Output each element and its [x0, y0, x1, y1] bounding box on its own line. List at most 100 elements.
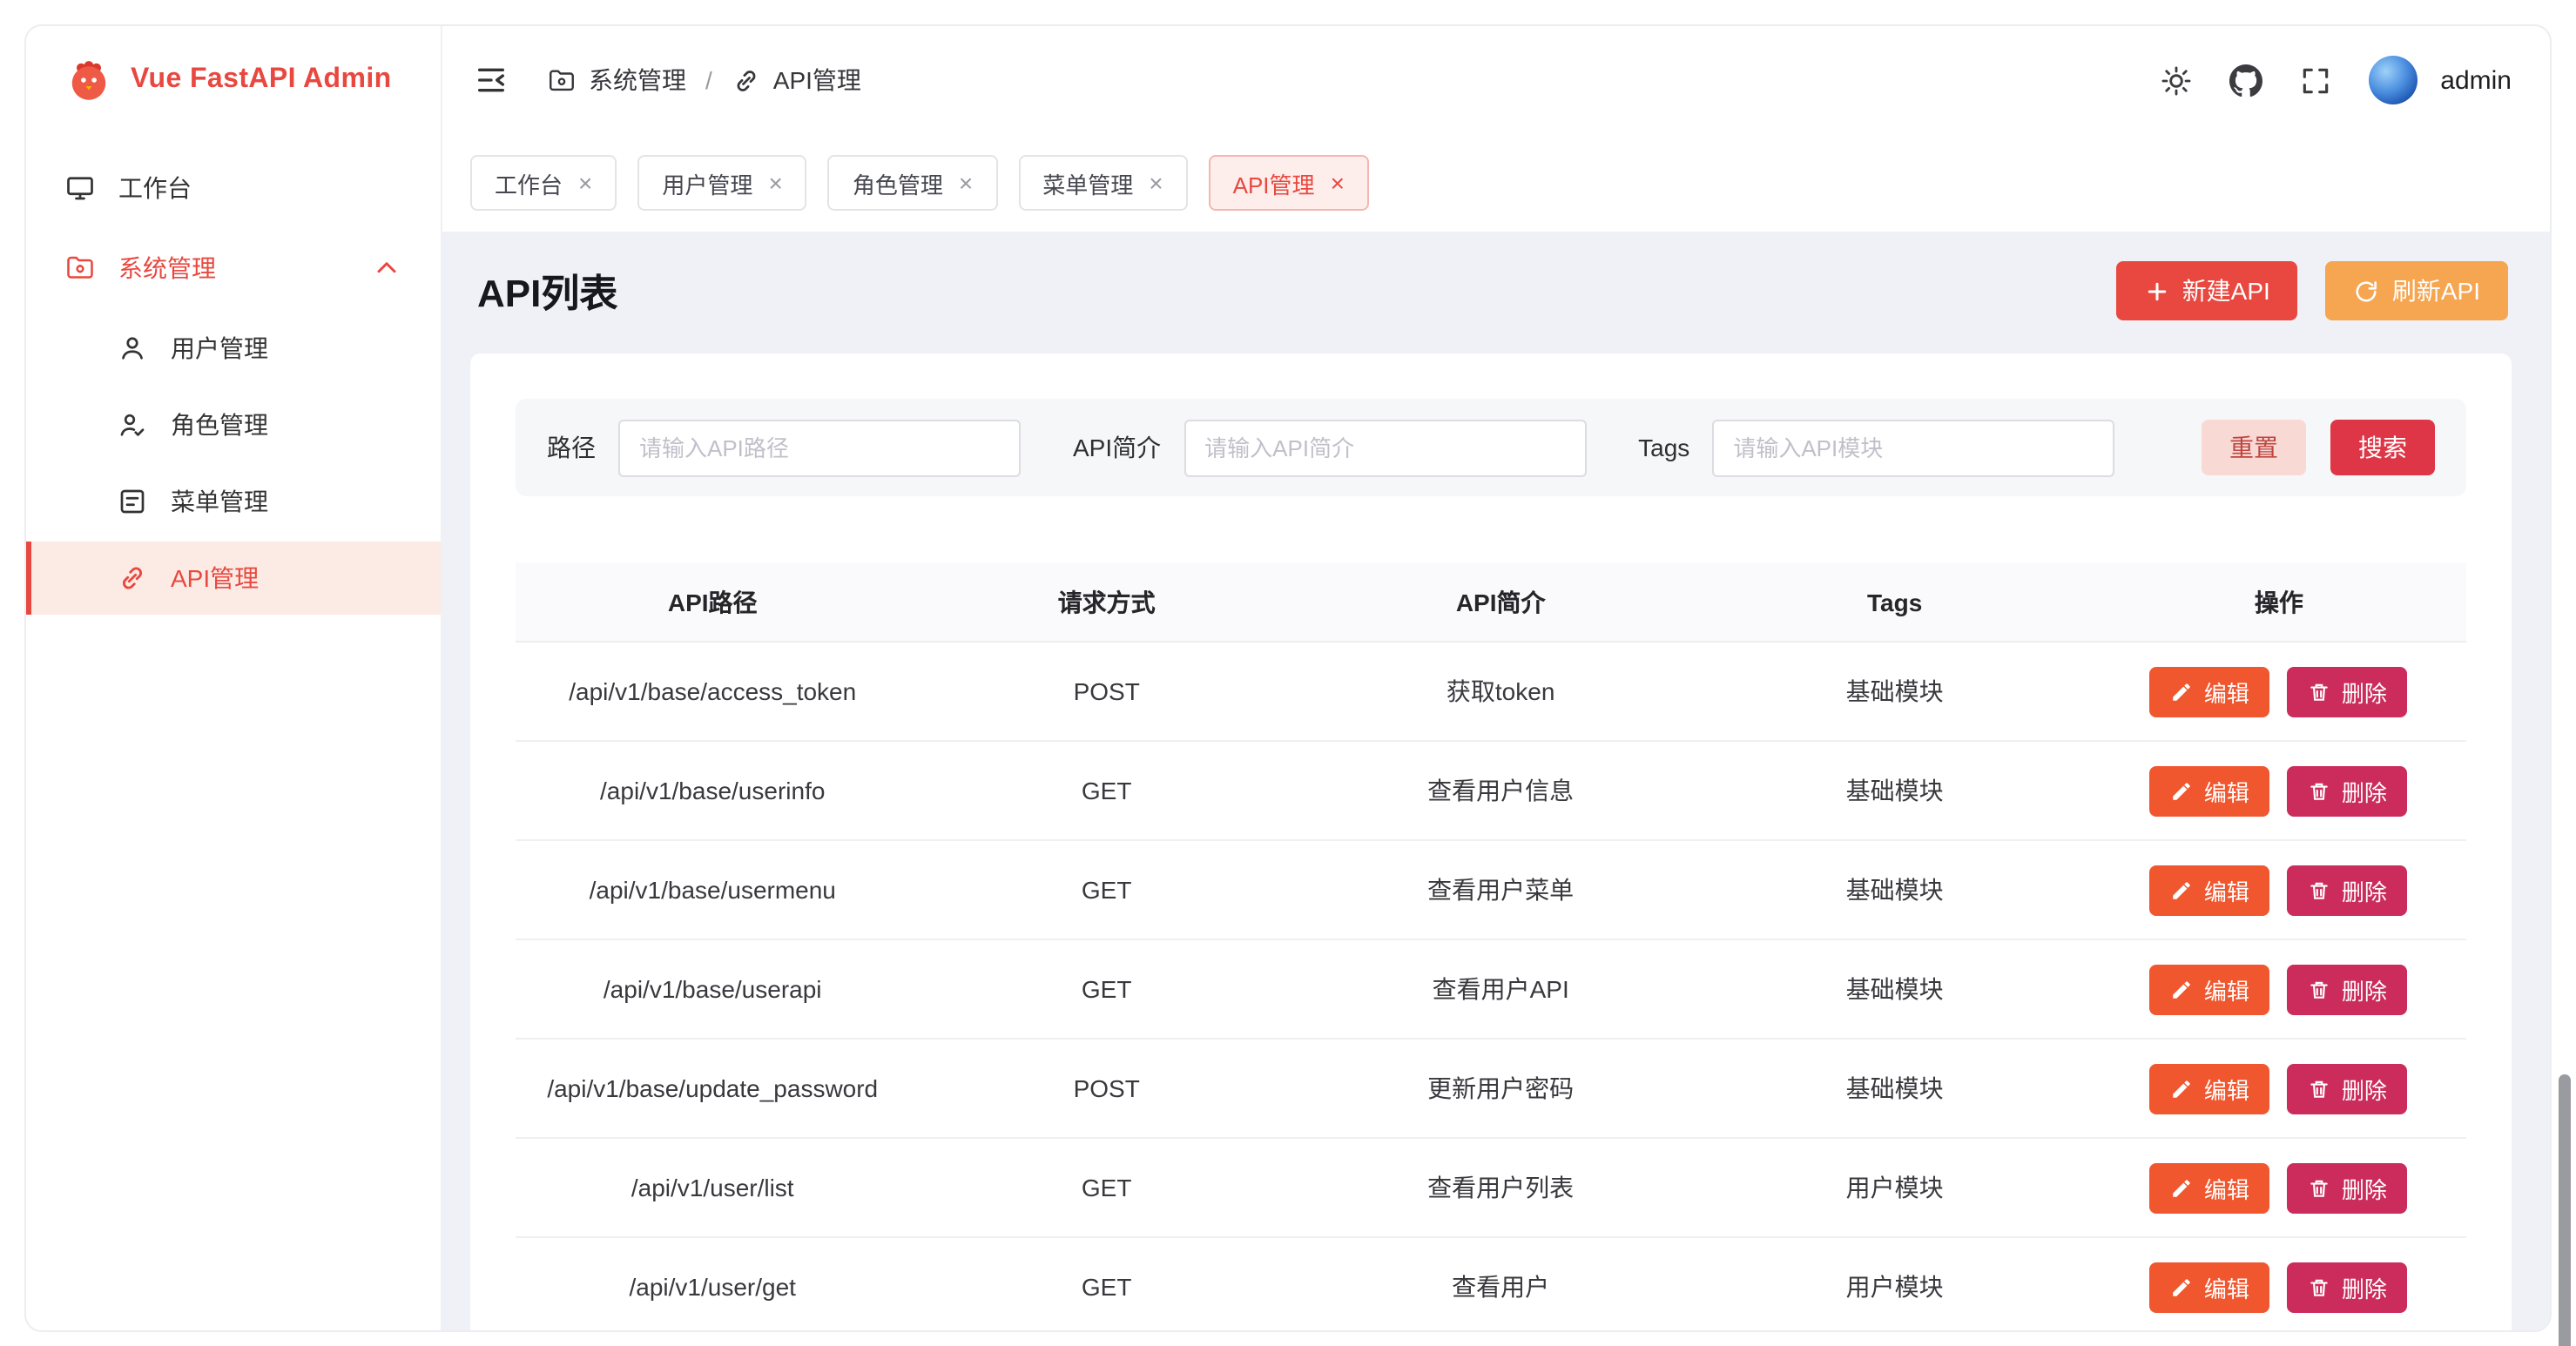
table-row: /api/v1/base/update_password POST 更新用户密码…	[516, 1040, 2466, 1139]
sidebar-collapse-icon[interactable]	[474, 63, 509, 98]
cell-actions: 编辑 删除	[2092, 1262, 2466, 1312]
delete-button[interactable]: 删除	[2288, 1262, 2408, 1312]
edit-label: 编辑	[2204, 675, 2249, 708]
search-button[interactable]: 搜索	[2330, 420, 2435, 475]
pencil-icon	[2171, 1176, 2194, 1199]
tab-close-icon[interactable]: ×	[1149, 171, 1163, 195]
page-title: API列表	[477, 263, 617, 319]
delete-button[interactable]: 删除	[2288, 964, 2408, 1014]
tab-label: 工作台	[495, 166, 563, 199]
cell-method: GET	[909, 876, 1303, 904]
edit-button[interactable]: 编辑	[2150, 1063, 2270, 1114]
breadcrumb-api[interactable]: API管理	[732, 63, 861, 98]
cell-actions: 编辑 删除	[2092, 1063, 2466, 1114]
app-window: Vue FastAPI Admin 工作台 系统管理	[24, 24, 2552, 1332]
sidebar-item-system[interactable]: 系统管理	[44, 232, 423, 305]
edit-button[interactable]: 编辑	[2150, 1162, 2270, 1213]
table-body: /api/v1/base/access_token POST 获取token 基…	[516, 643, 2466, 1330]
edit-label: 编辑	[2204, 873, 2249, 906]
monitor-icon	[64, 172, 96, 204]
tab[interactable]: API管理 ×	[1209, 155, 1369, 211]
cell-method: GET	[909, 1174, 1303, 1201]
sidebar-item-roles[interactable]: 角色管理	[26, 388, 441, 461]
api-table: API路径 请求方式 API简介 Tags 操作	[516, 562, 2466, 1330]
fullscreen-icon[interactable]	[2299, 64, 2332, 97]
trash-icon	[2309, 1176, 2331, 1199]
delete-button[interactable]: 删除	[2288, 765, 2408, 816]
search-bar: 路径 API简介 Tags 重置 搜索	[516, 399, 2466, 496]
table-row: /api/v1/user/list GET 查看用户列表 用户模块 编辑	[516, 1139, 2466, 1238]
breadcrumb-separator: /	[705, 66, 712, 94]
tab-close-icon[interactable]: ×	[578, 171, 592, 195]
sidebar-item-api[interactable]: API管理	[26, 542, 441, 615]
tab[interactable]: 菜单管理 ×	[1018, 155, 1187, 211]
edit-button[interactable]: 编辑	[2150, 666, 2270, 717]
sidebar-item-users[interactable]: 用户管理	[26, 312, 441, 385]
path-label: 路径	[547, 430, 596, 465]
new-api-button[interactable]: 新建API	[2116, 261, 2298, 320]
vertical-scrollbar-thumb[interactable]	[2559, 1074, 2571, 1346]
new-api-label: 新建API	[2182, 273, 2270, 308]
pencil-icon	[2171, 1275, 2194, 1298]
table-header-cell: 操作	[2092, 584, 2466, 619]
search-group-path: 路径	[547, 419, 1021, 476]
tab[interactable]: 工作台 ×	[470, 155, 617, 211]
list-icon	[117, 486, 148, 517]
tab-label: 用户管理	[662, 166, 752, 199]
page-header: API列表 新建API 刷新API	[470, 252, 2512, 329]
table-row: /api/v1/base/access_token POST 获取token 基…	[516, 643, 2466, 742]
page-content: API列表 新建API 刷新API 路径	[442, 232, 2550, 1330]
cell-tags: 基础模块	[1697, 1071, 2091, 1106]
delete-button[interactable]: 删除	[2288, 1162, 2408, 1213]
edit-label: 编辑	[2204, 774, 2249, 807]
reset-button[interactable]: 重置	[2202, 420, 2306, 475]
cell-summary: 查看用户API	[1304, 972, 1697, 1006]
path-input[interactable]	[618, 419, 1021, 476]
delete-label: 删除	[2342, 1171, 2387, 1204]
app-logo[interactable]: Vue FastAPI Admin	[26, 26, 441, 134]
tags-input[interactable]	[1712, 419, 2114, 476]
username[interactable]: admin	[2440, 65, 2512, 95]
edit-button[interactable]: 编辑	[2150, 964, 2270, 1014]
tab-label: 角色管理	[853, 166, 943, 199]
delete-button[interactable]: 删除	[2288, 666, 2408, 717]
cell-summary: 查看用户信息	[1304, 773, 1697, 808]
edit-label: 编辑	[2204, 1270, 2249, 1303]
edit-button[interactable]: 编辑	[2150, 865, 2270, 915]
tab[interactable]: 用户管理 ×	[637, 155, 806, 211]
sidebar-menu: 工作台 系统管理	[26, 134, 441, 629]
delete-label: 删除	[2342, 774, 2387, 807]
summary-label: API简介	[1073, 430, 1161, 465]
topbar: 系统管理 / API管理	[442, 26, 2550, 134]
tab-close-icon[interactable]: ×	[1331, 171, 1345, 195]
refresh-api-button[interactable]: 刷新API	[2326, 261, 2508, 320]
cell-summary: 更新用户密码	[1304, 1071, 1697, 1106]
edit-button[interactable]: 编辑	[2150, 765, 2270, 816]
plus-icon	[2144, 278, 2170, 304]
cell-method: POST	[909, 1074, 1303, 1102]
delete-label: 删除	[2342, 873, 2387, 906]
theme-sun-icon[interactable]	[2160, 64, 2193, 97]
delete-button[interactable]: 删除	[2288, 865, 2408, 915]
topbar-actions: admin	[2160, 56, 2512, 104]
tab-close-icon[interactable]: ×	[959, 171, 973, 195]
edit-button[interactable]: 编辑	[2150, 1262, 2270, 1312]
summary-input[interactable]	[1183, 419, 1586, 476]
delete-label: 删除	[2342, 1072, 2387, 1105]
delete-button[interactable]: 删除	[2288, 1063, 2408, 1114]
tab[interactable]: 角色管理 ×	[828, 155, 997, 211]
table-header-cell: API路径	[516, 584, 909, 619]
sidebar: Vue FastAPI Admin 工作台 系统管理	[26, 26, 442, 1330]
sidebar-item-menus[interactable]: 菜单管理	[26, 465, 441, 538]
sidebar-item-workbench[interactable]: 工作台	[44, 151, 423, 225]
avatar[interactable]	[2369, 56, 2418, 104]
sidebar-item-label: 用户管理	[171, 331, 268, 366]
tab-close-icon[interactable]: ×	[768, 171, 782, 195]
github-icon[interactable]	[2229, 64, 2262, 97]
breadcrumb-system[interactable]: 系统管理	[547, 63, 686, 98]
cell-tags: 用户模块	[1697, 1269, 2091, 1304]
edit-label: 编辑	[2204, 972, 2249, 1006]
cell-tags: 用户模块	[1697, 1170, 2091, 1205]
link-icon	[117, 562, 148, 594]
tabbar: 工作台 × 用户管理 × 角色管理 × 菜单管理 ×	[442, 134, 2550, 232]
